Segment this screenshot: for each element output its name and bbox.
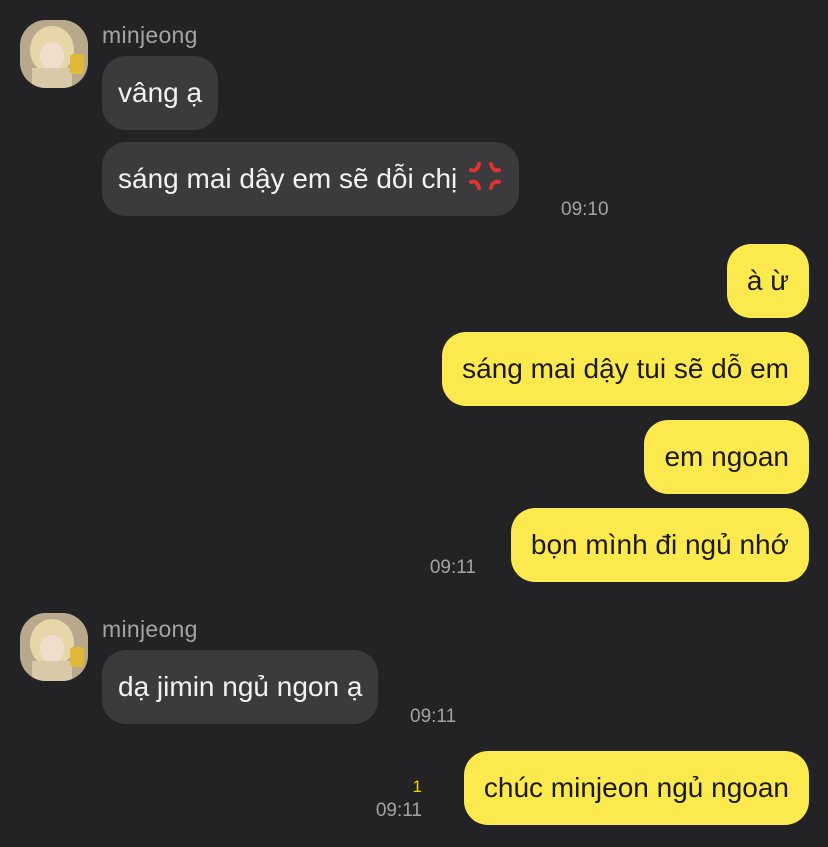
message-text: vâng ạ bbox=[118, 77, 203, 108]
message-text: bọn mình đi ngủ nhớ bbox=[530, 529, 789, 560]
message-text: sáng mai dậy em sẽ dỗi chị bbox=[118, 163, 458, 194]
message-text: chúc minjeon ngủ ngoan bbox=[483, 772, 789, 803]
avatar[interactable] bbox=[20, 20, 88, 88]
avatar[interactable] bbox=[20, 613, 88, 681]
message-text: sáng mai dậy tui sẽ dỗ em bbox=[462, 353, 789, 384]
outgoing-message[interactable]: bọn mình đi ngủ nhớ bbox=[510, 508, 809, 582]
incoming-message[interactable]: sáng mai dậy em sẽ dỗi chị bbox=[102, 142, 520, 216]
timestamp: 09:10 bbox=[561, 199, 609, 220]
unread-count-badge: 1 bbox=[412, 777, 422, 796]
message-text: à ừ bbox=[746, 265, 789, 296]
outgoing-message[interactable]: à ừ bbox=[726, 244, 809, 318]
incoming-message[interactable]: dạ jimin ngủ ngon ạ bbox=[102, 650, 379, 724]
outgoing-message[interactable]: em ngoan bbox=[644, 420, 809, 494]
timestamp: 09:11 bbox=[429, 557, 476, 578]
message-text: em ngoan bbox=[664, 441, 789, 472]
timestamp: 09:11 bbox=[375, 800, 422, 821]
incoming-message[interactable]: vâng ạ bbox=[102, 56, 219, 130]
anger-symbol-icon bbox=[467, 160, 503, 199]
message-text: dạ jimin ngủ ngon ạ bbox=[118, 671, 363, 702]
sender-name: minjeong bbox=[102, 22, 198, 48]
sender-name: minjeong bbox=[102, 616, 198, 642]
avatar-photo-icon bbox=[20, 613, 88, 681]
avatar-photo-icon bbox=[20, 20, 88, 88]
outgoing-message[interactable]: sáng mai dậy tui sẽ dỗ em bbox=[442, 332, 809, 406]
timestamp: 09:11 bbox=[410, 706, 457, 727]
outgoing-message[interactable]: chúc minjeon ngủ ngoan bbox=[463, 751, 809, 825]
